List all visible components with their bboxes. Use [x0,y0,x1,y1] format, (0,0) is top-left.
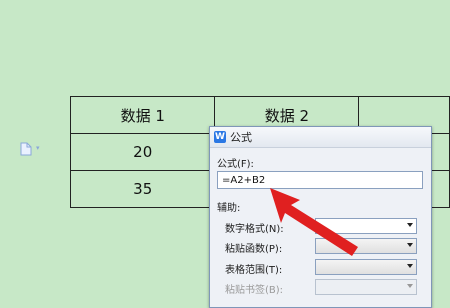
document-icon[interactable] [20,142,32,156]
number-format-select[interactable] [315,218,417,234]
chevron-down-icon[interactable]: ▾ [36,144,44,152]
formula-dialog: W 公式 公式(F): 辅助: 数字格式(N): 粘贴函数(P): 表格范围(T… [209,126,432,308]
dialog-titlebar[interactable]: W 公式 [210,127,431,148]
chevron-down-icon [407,284,413,288]
table-cell[interactable]: 35 [69,170,216,208]
assist-label: 辅助: [217,203,241,214]
dialog-title: 公式 [230,131,252,144]
table-range-select[interactable] [315,259,417,275]
paste-bookmark-select [315,279,417,295]
formula-label: 公式(F): [217,159,254,170]
wps-writer-icon: W [214,131,226,143]
formula-input[interactable] [217,171,423,189]
paste-bookmark-label: 粘贴书签(B): [225,285,284,296]
chevron-down-icon [407,243,413,247]
table-cell[interactable]: 数据 1 [69,96,216,134]
chevron-down-icon [407,264,413,268]
table-range-label: 表格范围(T): [225,265,283,276]
chevron-down-icon [407,223,413,227]
paste-function-label: 粘贴函数(P): [225,244,283,255]
paste-function-select[interactable] [315,238,417,254]
number-format-label: 数字格式(N): [225,224,284,235]
table-cell[interactable]: 20 [69,133,216,171]
